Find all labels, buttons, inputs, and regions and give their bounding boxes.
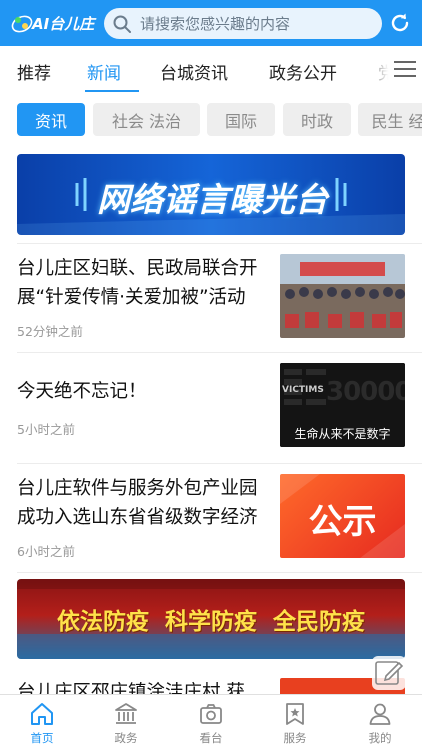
search-icon [113,15,131,33]
news-item[interactable]: 台儿庄软件与服务外包产业园成功入选山东省省级数字经济园区 6小时之前 公示 [0,464,422,572]
sub-category-chips: 资讯 社会 法治 国际 时政 民生 经 [0,94,422,146]
rumor-banner[interactable]: 网络谣言曝光台 [17,154,405,235]
tab-gov-affairs[interactable]: 政务公开 [269,59,337,84]
thumb-caption: 公示 [308,502,377,542]
banner-slogan: 依法防疫 科学防疫 全民防疫 [56,609,366,635]
app-header: AI台儿庄 请搜索您感兴趣的内容 [0,0,422,46]
news-time: 52分钟之前 [17,324,83,339]
active-tab-indicator [85,90,139,92]
tab-city-info[interactable]: 台城资讯 [160,59,228,84]
menu-icon[interactable] [394,60,416,78]
chip-info[interactable]: 资讯 [17,103,85,136]
nav-label: 首页 [30,731,54,745]
profile-icon [369,703,391,725]
nav-label: 我的 [368,731,392,745]
compose-button[interactable] [372,656,406,690]
channel-tabs: 推荐 新闻 台城资讯 政务公开 党 [0,46,422,94]
news-title: 今天绝不忘记！ [17,381,147,402]
nav-government[interactable]: 政务 [96,701,156,746]
bottom-nav: 首页 政务 看台 服务 我的 [0,694,422,750]
divider [17,572,422,573]
news-item[interactable]: 今天绝不忘记！ 5小时之前 VICTIMS 300000 生命从来不是数字 [0,353,422,463]
group-photo-image [280,254,405,338]
logo-mark-icon [11,15,33,33]
nav-label: 看台 [199,731,223,745]
news-title: 台儿庄区妇联、民政局联合开展“针爱传情·关爱加被”活动 [17,258,258,308]
banner-title: 网络谣言曝光台 [97,180,328,219]
camera-icon [200,704,222,724]
nav-watch[interactable]: 看台 [181,701,241,746]
tab-recommend[interactable]: 推荐 [17,59,51,84]
chip-livelihood[interactable]: 民生 经 [358,103,422,136]
tab-news[interactable]: 新闻 [87,59,121,84]
nav-label: 服务 [283,731,307,745]
home-icon [31,703,53,725]
news-time: 5小时之前 [17,422,75,437]
refresh-icon[interactable] [388,11,412,35]
nav-profile[interactable]: 我的 [350,701,410,746]
edit-icon [375,661,404,685]
chip-society-law[interactable]: 社会 法治 [93,103,200,136]
search-placeholder: 请搜索您感兴趣的内容 [140,15,291,33]
thumb-caption: 生命从来不是数字 [294,427,391,441]
news-item-partial[interactable]: 台儿庄区邳庄镇涂洼庄村 获 [0,668,422,694]
epidemic-banner[interactable]: 依法防疫 科学防疫 全民防疫 [17,579,405,659]
logo-text: AI台儿庄 [32,14,95,33]
nav-service[interactable]: 服务 [265,701,325,746]
chip-politics[interactable]: 时政 [283,103,351,136]
news-thumbnail: VICTIMS 300000 生命从来不是数字 [280,363,405,447]
news-title: 台儿庄区邳庄镇涂洼庄村 获 [17,682,245,694]
app-logo[interactable]: AI台儿庄 [10,10,94,36]
service-icon [286,703,304,725]
nav-home[interactable]: 首页 [12,701,72,746]
news-time: 6小时之前 [17,544,75,559]
nav-label: 政务 [114,731,138,745]
thumb-victims: VICTIMS [282,385,324,395]
chip-international[interactable]: 国际 [207,103,275,136]
news-thumbnail [280,254,405,338]
news-thumbnail: 公示 [280,474,405,558]
thumb-number: 300000 [326,377,405,407]
news-title: 台儿庄软件与服务外包产业园成功入选山东省省级数字经济园区 [17,478,258,528]
government-icon [115,703,137,724]
news-item[interactable]: 台儿庄区妇联、民政局联合开展“针爱传情·关爱加被”活动 52分钟之前 [0,244,422,352]
search-bar[interactable]: 请搜索您感兴趣的内容 [104,8,382,39]
